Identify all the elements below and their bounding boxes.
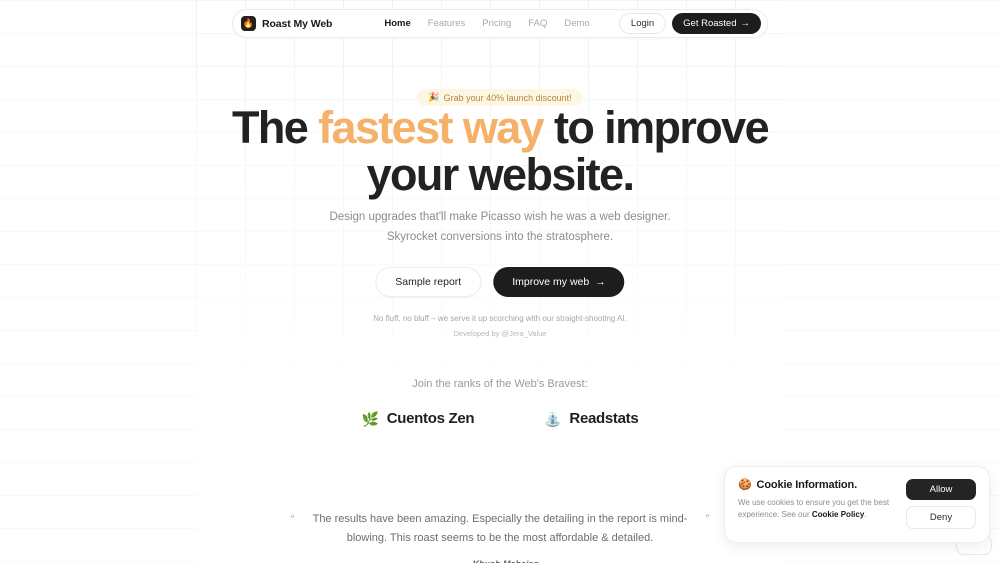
subhead-line-1: Design upgrades that'll make Picasso wis…	[329, 211, 671, 223]
cookie-banner-actions: Allow Deny	[906, 478, 976, 531]
nav-link-home[interactable]: Home	[384, 18, 410, 29]
arrow-right-icon: →	[740, 18, 751, 29]
headline-accent: fastest way	[318, 102, 545, 153]
promo-badge-label: Grab your 40% launch discount!	[443, 92, 572, 103]
quote-open-icon: ❝	[290, 513, 295, 523]
improve-my-web-button[interactable]: Improve my web →	[493, 267, 625, 297]
subhead-line-2: Skyrocket conversions into the stratosph…	[386, 231, 614, 243]
hero-cta-row: Sample report Improve my web →	[375, 267, 625, 297]
nav-actions: Login Get Roasted →	[618, 13, 761, 34]
sample-report-button[interactable]: Sample report	[375, 267, 482, 297]
cookie-banner-title: 🍪 Cookie Information.	[738, 478, 896, 492]
testimonial-author: — Khush Mahajan	[290, 559, 710, 563]
allow-cookies-button[interactable]: Allow	[906, 479, 976, 500]
cookie-policy-link[interactable]: Cookie Policy	[812, 510, 864, 519]
social-proof-logos: 🌿 Cuentos Zen ⛲ Readstats	[0, 410, 1000, 427]
login-button[interactable]: Login	[618, 13, 667, 34]
nav-link-demo[interactable]: Demo	[564, 18, 589, 29]
cookie-banner-text: We use cookies to ensure you get the bes…	[738, 497, 896, 521]
headline-part-1: The	[231, 102, 319, 153]
testimonial-section: ❝ The results have been amazing. Especia…	[290, 510, 710, 563]
developed-by-text: Developed by @Jera_Value	[453, 329, 547, 338]
social-proof-section: Join the ranks of the Web's Bravest: 🌿 C…	[0, 378, 1000, 427]
page-title: The fastest way to improve your website.	[220, 104, 780, 198]
fineprint-text: No fluff, no bluff – we serve it up scor…	[373, 314, 627, 323]
cookie-title-label: Cookie Information.	[756, 478, 858, 491]
brand-name: Roast My Web	[262, 17, 333, 30]
arrow-right-icon: →	[595, 276, 606, 288]
nav-link-features[interactable]: Features	[428, 18, 466, 29]
navbar: 🔥 Roast My Web Home Features Pricing FAQ…	[232, 9, 768, 38]
proof-logo-label: Readstats	[569, 410, 639, 427]
proof-logo-label: Cuentos Zen	[386, 410, 475, 427]
cookie-banner: 🍪 Cookie Information. We use cookies to …	[724, 466, 990, 543]
nav-link-pricing[interactable]: Pricing	[482, 18, 511, 29]
deny-cookies-button[interactable]: Deny	[906, 506, 976, 529]
testimonial-text: The results have been amazing. Especiall…	[312, 513, 688, 544]
brand-logo[interactable]: 🔥 Roast My Web	[241, 16, 332, 31]
cookie-banner-content: 🍪 Cookie Information. We use cookies to …	[738, 478, 896, 531]
testimonial-quote: ❝ The results have been amazing. Especia…	[290, 510, 710, 548]
landing-page: 🔥 Roast My Web Home Features Pricing FAQ…	[0, 0, 1000, 563]
proof-logo-readstats[interactable]: ⛲ Readstats	[544, 410, 638, 427]
social-proof-title: Join the ranks of the Web's Bravest:	[412, 378, 588, 390]
get-roasted-button[interactable]: Get Roasted →	[672, 13, 761, 34]
nav-links: Home Features Pricing FAQ Demo	[384, 18, 589, 29]
fountain-chart-icon: ⛲	[544, 410, 562, 427]
improve-my-web-label: Improve my web	[512, 276, 590, 288]
hero-subheading: Design upgrades that'll make Picasso wis…	[260, 207, 740, 247]
flame-icon: 🔥	[241, 16, 256, 31]
cookie-icon: 🍪	[738, 479, 752, 491]
herb-leaf-icon: 🌿	[361, 410, 379, 427]
get-roasted-label: Get Roasted	[683, 18, 737, 29]
cookie-text-after: .	[864, 510, 867, 519]
nav-link-faq[interactable]: FAQ	[528, 18, 547, 29]
proof-logo-cuentos-zen[interactable]: 🌿 Cuentos Zen	[362, 410, 475, 427]
hero-fineprint: No fluff, no bluff – we serve it up scor…	[240, 311, 760, 341]
quote-close-icon: ❞	[705, 513, 710, 523]
